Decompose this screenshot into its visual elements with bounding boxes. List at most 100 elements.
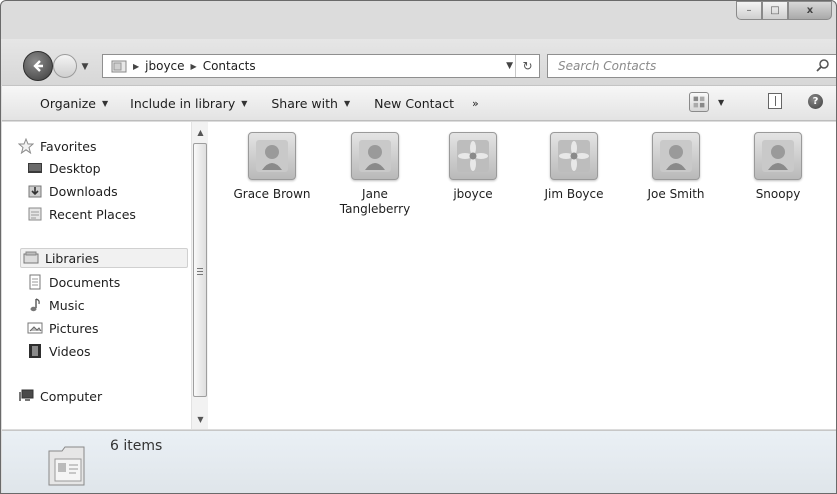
preview-pane-button[interactable] [768, 93, 782, 109]
view-options-dropdown-icon[interactable]: ▼ [718, 98, 724, 107]
item-count: 6 items [110, 438, 163, 454]
sidebar-item-desktop[interactable]: Desktop [27, 158, 101, 178]
computer-icon [19, 389, 34, 401]
sidebar-item-computer[interactable]: Computer [18, 386, 102, 406]
downloads-label: Downloads [49, 183, 118, 199]
recent-places-icon [28, 207, 42, 221]
refresh-icon[interactable]: ↻ [515, 55, 539, 77]
grip-icon [197, 268, 203, 275]
forward-button[interactable] [53, 54, 77, 78]
address-dropdown-icon[interactable]: ▼ [506, 61, 513, 71]
desktop-icon [28, 163, 42, 173]
videos-label: Videos [49, 343, 91, 359]
maximize-icon: □ [770, 5, 780, 16]
navigation-pane-scrollbar[interactable]: ▲ ▼ [191, 122, 208, 429]
person-icon [248, 132, 296, 180]
chevron-down-icon: ▼ [102, 98, 109, 108]
contact-name: Jim Boyce [544, 187, 604, 201]
address-bar[interactable]: ▶ jboyce ▶ Contacts ▼ ↻ [102, 54, 540, 78]
back-arrow-icon [33, 60, 43, 72]
back-button[interactable] [23, 51, 53, 81]
documents-icon [29, 274, 41, 290]
caption-buttons: – □ x [736, 1, 832, 20]
search-box[interactable]: Search Contacts [547, 54, 836, 78]
breadcrumb-separator-icon[interactable]: ▶ [191, 62, 197, 71]
recent-places-label: Recent Places [49, 206, 136, 222]
maximize-button[interactable]: □ [762, 1, 788, 20]
contact-item[interactable]: jboyce [433, 132, 513, 202]
organize-label: Organize [40, 95, 96, 111]
videos-icon [29, 344, 41, 358]
breadcrumb-jboyce[interactable]: jboyce [145, 59, 184, 73]
contact-item[interactable]: Joe Smith [636, 132, 716, 202]
include-in-library-menu[interactable]: Include in library ▼ [122, 91, 255, 115]
person-icon [754, 132, 802, 180]
details-pane: 6 items [2, 430, 836, 493]
documents-label: Documents [49, 274, 121, 290]
scroll-up-icon[interactable]: ▲ [192, 124, 209, 140]
star-icon [18, 138, 34, 154]
sidebar-item-favorites[interactable]: Favorites [18, 136, 96, 156]
share-label: Share with [271, 95, 338, 111]
libraries-label: Libraries [45, 250, 99, 266]
chevron-down-icon: ▼ [81, 62, 89, 72]
flower-icon [449, 132, 497, 180]
contact-name: Joe Smith [647, 187, 705, 201]
search-input[interactable]: Search Contacts [558, 59, 656, 73]
close-icon: x [806, 5, 814, 16]
contact-name: Snoopy [755, 187, 801, 201]
new-contact-button[interactable]: New Contact [366, 91, 462, 115]
sidebar-item-downloads[interactable]: Downloads [27, 181, 118, 201]
scroll-down-icon[interactable]: ▼ [192, 411, 209, 427]
favorites-label: Favorites [40, 138, 97, 154]
minimize-icon: – [746, 5, 752, 16]
help-icon[interactable]: ? [808, 94, 823, 109]
search-icon[interactable] [816, 58, 830, 72]
minimize-button[interactable]: – [736, 1, 762, 20]
contact-item[interactable]: Jim Boyce [534, 132, 614, 202]
contact-name: Grace Brown [233, 187, 311, 201]
more-commands-button[interactable]: » [464, 91, 487, 115]
contacts-folder-icon [111, 60, 127, 73]
sidebar-item-recent-places[interactable]: Recent Places [27, 204, 136, 224]
close-button[interactable]: x [788, 1, 832, 20]
music-icon [30, 298, 40, 312]
change-view-button[interactable] [689, 92, 709, 112]
include-label: Include in library [130, 95, 236, 111]
music-label: Music [49, 297, 85, 313]
navigation-bar: ▼ ▶ jboyce ▶ Contacts ▼ ↻ Search Contact… [1, 39, 836, 85]
downloads-icon [28, 185, 42, 198]
more-icon: » [471, 96, 479, 110]
view-tiles-icon [693, 96, 705, 108]
pictures-icon [27, 322, 43, 334]
person-icon [351, 132, 399, 180]
libraries-icon [23, 251, 39, 264]
contact-name: Jane Tangleberry [339, 187, 411, 216]
contact-item[interactable]: Grace Brown [232, 132, 312, 202]
recent-pages-button[interactable]: ▼ [78, 61, 92, 73]
breadcrumb-separator-icon[interactable]: ▶ [133, 62, 139, 71]
pictures-label: Pictures [49, 320, 99, 336]
desktop-label: Desktop [49, 160, 101, 176]
explorer-window: – □ x ▼ ▶ jboyce ▶ Contacts ▼ ↻ Search C… [0, 0, 837, 494]
scrollbar-thumb[interactable] [193, 143, 207, 397]
computer-label: Computer [40, 388, 103, 404]
breadcrumb-contacts[interactable]: Contacts [203, 59, 256, 73]
navigation-pane: Favorites Desktop Downloads Recent Place… [2, 122, 197, 429]
contact-item[interactable]: Snoopy [738, 132, 818, 202]
chevron-down-icon: ▼ [343, 98, 351, 108]
sidebar-item-pictures[interactable]: Pictures [27, 318, 99, 338]
new-contact-label: New Contact [374, 95, 454, 111]
contact-item[interactable]: Jane Tangleberry [335, 132, 415, 217]
sidebar-item-videos[interactable]: Videos [27, 341, 91, 361]
sidebar-item-libraries[interactable]: Libraries [20, 248, 188, 268]
sidebar-item-documents[interactable]: Documents [27, 272, 120, 292]
organize-menu[interactable]: Organize ▼ [32, 91, 116, 115]
sidebar-item-music[interactable]: Music [27, 295, 85, 315]
flower-icon [550, 132, 598, 180]
contacts-folder-icon [48, 446, 85, 486]
contact-name: jboyce [453, 187, 493, 201]
share-with-menu[interactable]: Share with ▼ [263, 91, 358, 115]
person-icon [652, 132, 700, 180]
command-bar: Organize ▼ Include in library ▼ Share with… [2, 85, 836, 121]
